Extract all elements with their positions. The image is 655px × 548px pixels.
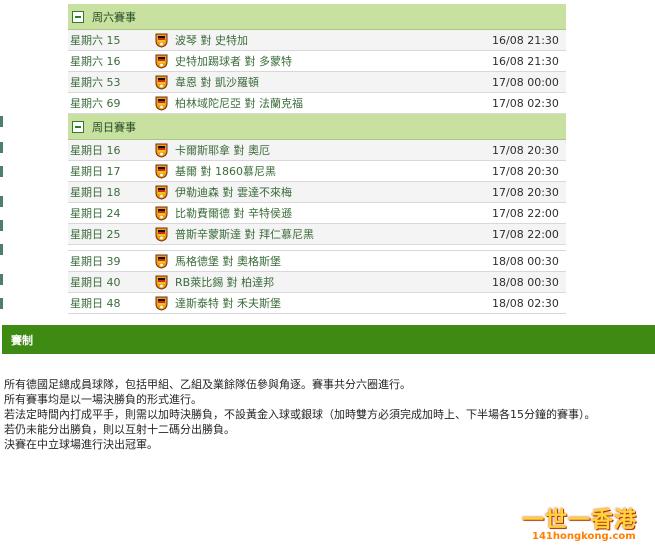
- dfb-pokal-crest-icon: [154, 296, 169, 311]
- dfb-pokal-crest-icon: [154, 254, 169, 269]
- saturday-section-header[interactable]: 周六賽事: [68, 4, 566, 30]
- section-title: 周六賽事: [92, 10, 136, 24]
- match-day-number: 星期日 16: [70, 144, 121, 157]
- collapse-icon[interactable]: [72, 10, 84, 23]
- match-teams-link[interactable]: 史特加踢球者 對 多蒙特: [175, 53, 492, 69]
- match-time: 17/08 22:00: [492, 206, 559, 220]
- match-day-number: 星期日 24: [70, 207, 121, 220]
- match-day-number: 星期六 53: [70, 76, 121, 89]
- rules-header-bar: 賽制: [2, 325, 655, 354]
- sunday-section-header[interactable]: 周日賽事: [68, 114, 566, 140]
- match-teams-link[interactable]: RB萊比錫 對 柏達邦: [175, 274, 492, 290]
- dfb-pokal-crest-icon: [154, 164, 169, 179]
- match-time: 17/08 20:30: [492, 164, 559, 178]
- match-teams-link[interactable]: 馬格德堡 對 奧格斯堡: [175, 253, 492, 269]
- site-watermark: 一世一香港 141hongkong.com: [520, 500, 655, 548]
- match-day-number: 星期六 69: [70, 97, 121, 110]
- match-row[interactable]: 星期日 17 基爾 對 1860慕尼黑 17/08 20:30: [68, 161, 566, 182]
- match-time: 16/08 21:30: [492, 33, 559, 47]
- rules-title: 賽制: [11, 333, 33, 347]
- match-teams-link[interactable]: 達斯泰特 對 禾夫斯堡: [175, 295, 492, 311]
- dfb-pokal-crest-icon: [154, 206, 169, 221]
- dfb-pokal-crest-icon: [154, 75, 169, 90]
- dfb-pokal-crest-icon: [154, 227, 169, 242]
- left-edge-fragment: [0, 0, 6, 320]
- match-time: 17/08 22:00: [492, 227, 559, 241]
- match-day-number: 星期日 25: [70, 228, 121, 241]
- dfb-pokal-crest-icon: [154, 275, 169, 290]
- match-teams-link[interactable]: 基爾 對 1860慕尼黑: [175, 163, 492, 179]
- match-teams-link[interactable]: 比勒費爾德 對 辛特侯遜: [175, 205, 492, 221]
- rules-line: 若仍未能分出勝負，則以互射十二碼分出勝負。: [4, 423, 235, 436]
- match-time: 18/08 00:30: [492, 275, 559, 289]
- section-title: 周日賽事: [92, 120, 136, 134]
- match-row[interactable]: 星期日 39 馬格德堡 對 奧格斯堡 18/08 00:30: [68, 251, 566, 272]
- match-day-number: 星期日 48: [70, 297, 121, 310]
- dfb-pokal-crest-icon: [154, 96, 169, 111]
- rules-line: 所有德國足總成員球隊，包括甲組、乙組及業餘隊伍參與角逐。賽事共分六圈進行。: [4, 378, 411, 391]
- match-teams-link[interactable]: 波琴 對 史特加: [175, 32, 492, 48]
- dfb-pokal-crest-icon: [154, 54, 169, 69]
- watermark-url: 141hongkong.com: [532, 531, 636, 542]
- match-row[interactable]: 星期日 18 伊勒迪森 對 雲達不來梅 17/08 20:30: [68, 182, 566, 203]
- saturday-match-list: 星期六 15 波琴 對 史特加 16/08 21:30 星期六 16 史特加踢球者 對 …: [68, 30, 566, 114]
- match-teams-link[interactable]: 伊勒迪森 對 雲達不來梅: [175, 184, 492, 200]
- match-row[interactable]: 星期日 24 比勒費爾德 對 辛特侯遜 17/08 22:00: [68, 203, 566, 224]
- match-day-number: 星期日 39: [70, 255, 121, 268]
- match-row[interactable]: 星期六 69 柏林域陀尼亞 對 法蘭克福 17/08 02:30: [68, 93, 566, 114]
- match-teams-link[interactable]: 韋恩 對 凱沙羅頓: [175, 74, 492, 90]
- match-day-number: 星期日 18: [70, 186, 121, 199]
- match-time: 18/08 02:30: [492, 296, 559, 310]
- match-row[interactable]: 星期六 53 韋恩 對 凱沙羅頓 17/08 00:00: [68, 72, 566, 93]
- rules-line: 若法定時間內打成平手，則需以加時決勝負，不設黃金入球或銀球（加時雙方必須完成加時…: [4, 408, 596, 421]
- watermark-title: 一世一香港: [522, 508, 638, 533]
- match-day-number: 星期日 17: [70, 165, 121, 178]
- match-time: 16/08 21:30: [492, 54, 559, 68]
- match-row[interactable]: 星期日 40 RB萊比錫 對 柏達邦 18/08 00:30: [68, 272, 566, 293]
- match-day-number: 星期日 40: [70, 276, 121, 289]
- match-time: 17/08 00:00: [492, 75, 559, 89]
- match-time: 18/08 00:30: [492, 254, 559, 268]
- match-teams-link[interactable]: 柏林域陀尼亞 對 法蘭克福: [175, 95, 492, 111]
- dfb-pokal-crest-icon: [154, 143, 169, 158]
- match-row[interactable]: 星期日 25 普斯辛蒙斯達 對 拜仁慕尼黑 17/08 22:00: [68, 224, 566, 245]
- collapse-icon[interactable]: [72, 120, 84, 133]
- match-day-number: 星期六 15: [70, 34, 121, 47]
- match-row[interactable]: 星期日 16 卡爾斯耶拿 對 奧厄 17/08 20:30: [68, 140, 566, 161]
- dfb-pokal-crest-icon: [154, 33, 169, 48]
- match-row[interactable]: 星期日 48 達斯泰特 對 禾夫斯堡 18/08 02:30: [68, 293, 566, 314]
- match-teams-link[interactable]: 卡爾斯耶拿 對 奧厄: [175, 142, 492, 158]
- match-row[interactable]: 星期六 16 史特加踢球者 對 多蒙特 16/08 21:30: [68, 51, 566, 72]
- rules-line: 決賽在中立球場進行決出冠軍。: [4, 438, 158, 451]
- dfb-pokal-crest-icon: [154, 185, 169, 200]
- rules-line: 所有賽事均是以一場決勝負的形式進行。: [4, 393, 202, 406]
- rules-description: 所有德國足總成員球隊，包括甲組、乙組及業餘隊伍參與角逐。賽事共分六圈進行。 所有…: [4, 377, 654, 452]
- sunday-match-list: 星期日 16 卡爾斯耶拿 對 奧厄 17/08 20:30 星期日 17 基爾 對 18…: [68, 140, 566, 314]
- match-day-number: 星期六 16: [70, 55, 121, 68]
- match-schedule: 周六賽事 星期六 15 波琴 對 史特加 16/08 21:30 星期六 16 史特加踢…: [68, 4, 566, 314]
- match-row[interactable]: 星期六 15 波琴 對 史特加 16/08 21:30: [68, 30, 566, 51]
- match-time: 17/08 02:30: [492, 96, 559, 110]
- match-teams-link[interactable]: 普斯辛蒙斯達 對 拜仁慕尼黑: [175, 226, 492, 242]
- match-time: 17/08 20:30: [492, 185, 559, 199]
- match-time: 17/08 20:30: [492, 143, 559, 157]
